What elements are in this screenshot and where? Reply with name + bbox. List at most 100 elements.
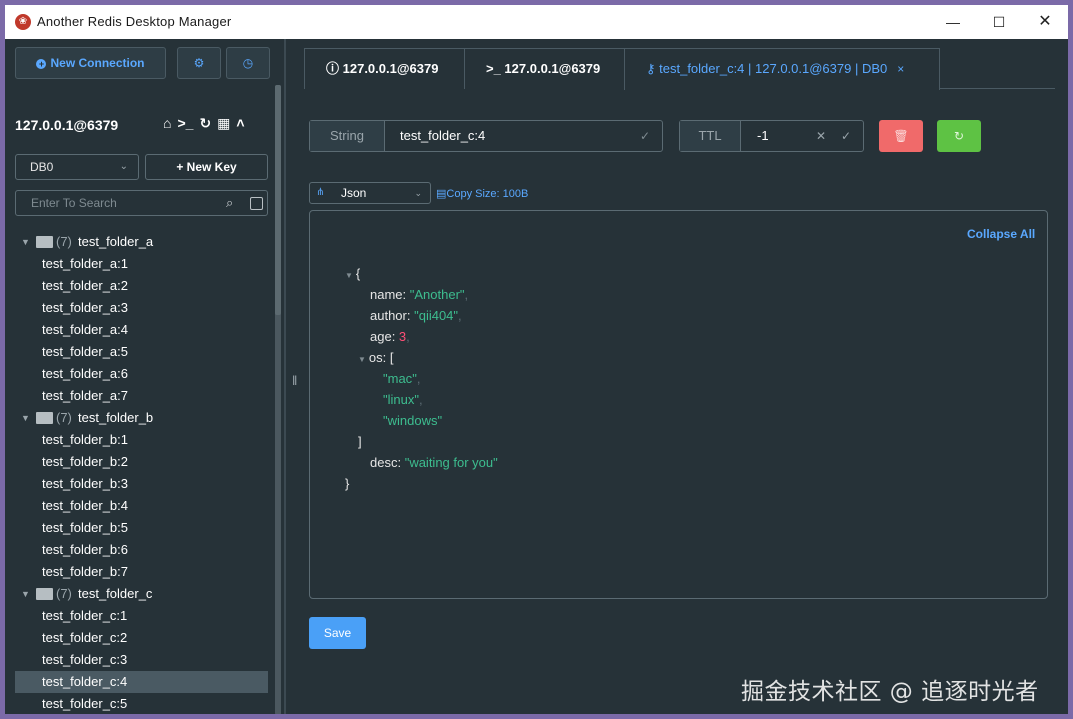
key-item[interactable]: test_folder_b:4 [15,495,268,517]
json-close-brace: } [345,476,350,491]
gear-icon: ⚙ [193,56,205,70]
folder-name: test_folder_b [78,410,154,425]
folder-row[interactable]: ▼ (7) test_folder_a [15,231,268,253]
exact-search-checkbox[interactable] [250,197,263,210]
json-value-os-0: mac [387,371,413,386]
splitter-grip-icon[interactable]: ‖ [292,373,297,388]
folder-row[interactable]: ▼ (7) test_folder_b [15,407,268,429]
tab-console[interactable]: >_ 127.0.0.1@6379 [464,48,625,89]
key-item[interactable]: test_folder_c:2 [15,627,268,649]
format-select-value: Json [341,186,367,200]
key-item[interactable]: test_folder_b:2 [15,451,268,473]
key-item[interactable]: test_folder_b:7 [15,561,268,583]
chevron-down-icon: ⌄ [414,188,422,198]
new-connection-button[interactable]: + New Connection [15,47,166,79]
folder-name: test_folder_a [78,234,154,249]
key-item[interactable]: test_folder_c:5 [15,693,268,714]
app-logo-icon: ❀ [15,14,31,30]
tab-bar: ⓘ 127.0.0.1@6379 >_ 127.0.0.1@6379 ⚷ tes… [304,48,1055,90]
json-array-item: "linux", [383,392,423,407]
maximize-button[interactable]: ☐ [976,5,1022,39]
close-tab-icon[interactable]: × [897,62,904,76]
delete-key-button[interactable]: 🗑︎ [879,120,923,152]
key-item[interactable]: test_folder_a:7 [15,385,268,407]
key-item[interactable]: test_folder_b:3 [15,473,268,495]
chevron-up-icon[interactable]: ˄ [236,115,244,131]
sidebar: + New Connection ⚙ ◷ 127.0.0.1@6379 ⌂ >_ ↻ ▦… [5,39,283,714]
key-item[interactable]: test_folder_a:1 [15,253,268,275]
search-icon[interactable]: ⌕ [226,195,233,211]
folder-count: (7) [56,234,72,249]
json-array-item: "windows" [383,413,443,428]
clock-icon: ◷ [242,56,254,70]
chevron-down-icon: ▼ [21,589,30,599]
app-window: ❀ Another Redis Desktop Manager — ☐ ✕ + N… [5,5,1068,714]
history-button[interactable]: ◷ [226,47,270,79]
new-key-button[interactable]: + New Key [145,154,268,180]
connection-name[interactable]: 127.0.0.1@6379 [15,117,118,133]
folder-count: (7) [56,410,72,425]
refresh-icon: ↻ [953,129,965,143]
minimize-button[interactable]: — [930,5,976,39]
folder-open-icon [36,588,53,600]
tab-server-info[interactable]: ⓘ 127.0.0.1@6379 [304,48,465,89]
check-icon[interactable]: ✓ [841,121,851,151]
folder-count: (7) [56,586,72,601]
chevron-down-icon: ▼ [21,413,30,423]
format-select[interactable]: ⋔ Json ⌄ [309,182,431,204]
tab-label: 127.0.0.1@6379 [342,61,439,76]
folder-open-icon [36,412,53,424]
json-value-os-2: windows [387,413,438,428]
json-array-item: "mac", [383,371,421,386]
key-item[interactable]: test_folder_a:2 [15,275,268,297]
sidebar-scrollbar[interactable] [275,85,281,714]
key-item[interactable]: test_folder_b:1 [15,429,268,451]
settings-button[interactable]: ⚙ [177,47,221,79]
pane-splitter[interactable] [284,39,286,714]
key-name-field: String test_folder_c:4 ✓ [309,120,663,152]
json-value-name: Another [414,287,460,302]
hierarchy-icon: ⋔ [316,187,325,198]
folder-open-icon [36,236,53,248]
terminal-icon[interactable]: >_ [177,115,193,131]
key-item[interactable]: test_folder_b:5 [15,517,268,539]
json-entry-age: age: 3, [370,329,410,344]
json-open-brace[interactable]: ▼{ [345,264,360,286]
grid-icon[interactable]: ▦ [217,115,230,132]
json-viewer: Collapse All ▼{ name: "Another", author:… [309,210,1048,599]
search-input[interactable] [16,191,221,215]
close-window-button[interactable]: ✕ [1022,5,1068,39]
home-icon[interactable]: ⌂ [163,115,171,131]
ttl-input[interactable]: -1 [757,121,769,151]
folder-name: test_folder_c [78,586,153,601]
copy-size-button[interactable]: ▤Copy Size: 100B [436,187,528,200]
key-item[interactable]: test_folder_c:1 [15,605,268,627]
chevron-down-icon: ⌄ [119,161,128,172]
scrollbar-thumb[interactable] [275,85,281,315]
key-item[interactable]: test_folder_b:6 [15,539,268,561]
refresh-icon[interactable]: ↻ [199,115,211,132]
copy-size-label: Copy Size: 100B [446,188,529,200]
db-select-value: DB0 [30,160,54,174]
save-button[interactable]: Save [309,617,366,649]
key-type-label: String [310,121,385,151]
tab-label: >_ 127.0.0.1@6379 [486,61,601,76]
json-value-os-1: linux [387,392,415,407]
key-item[interactable]: test_folder_a:3 [15,297,268,319]
collapse-all-button[interactable]: Collapse All [967,227,1035,241]
refresh-key-button[interactable]: ↻ [937,120,981,152]
key-name-input[interactable]: test_folder_c:4 [400,121,485,151]
key-item-selected[interactable]: test_folder_c:4 [15,671,268,693]
folder-row[interactable]: ▼ (7) test_folder_c [15,583,268,605]
db-select[interactable]: DB0 ⌄ [15,154,139,180]
check-icon[interactable]: ✓ [640,121,650,151]
json-entry-os[interactable]: ▼ os: [ [358,348,394,370]
ttl-label: TTL [680,121,741,151]
key-icon: ⚷ [646,61,660,76]
tab-key-detail[interactable]: ⚷ test_folder_c:4 | 127.0.0.1@6379 | DB0… [624,48,940,90]
key-item[interactable]: test_folder_a:4 [15,319,268,341]
key-item[interactable]: test_folder_a:6 [15,363,268,385]
key-item[interactable]: test_folder_c:3 [15,649,268,671]
clear-icon[interactable]: ✕ [816,121,826,151]
key-item[interactable]: test_folder_a:5 [15,341,268,363]
